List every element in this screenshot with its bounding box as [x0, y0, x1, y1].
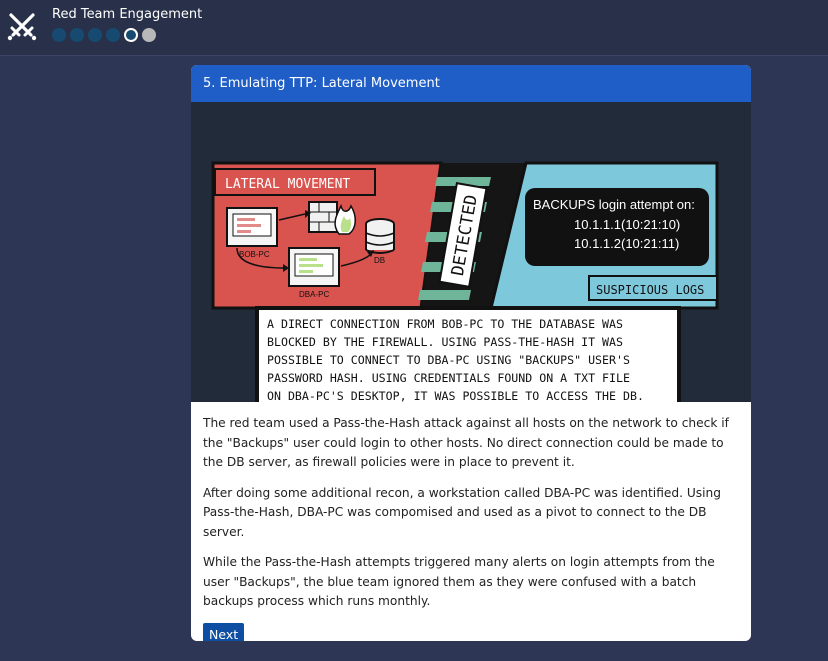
card-body: The red team used a Pass-the-Hash attack…: [191, 402, 751, 641]
bob-pc-label: BOB-PC: [239, 250, 270, 259]
banner-lateral-movement: LATERAL MOVEMENT: [225, 177, 350, 192]
progress-step-5-current[interactable]: [124, 28, 138, 42]
progress-step-4[interactable]: [106, 28, 120, 42]
top-bar: Red Team Engagement: [0, 0, 828, 56]
svg-text:A DIRECT CONNECTION FROM BOB-P: A DIRECT CONNECTION FROM BOB-PC TO THE D…: [267, 317, 623, 331]
log-line-1: 10.1.1.1(10:21:10): [574, 217, 680, 232]
lesson-card: 5. Emulating TTP: Lateral Movement LATER…: [191, 65, 751, 641]
banner-suspicious-logs: SUSPICIOUS LOGS: [596, 283, 704, 297]
progress-step-3[interactable]: [88, 28, 102, 42]
progress-step-2[interactable]: [70, 28, 84, 42]
comic-caption: A DIRECT CONNECTION FROM BOB-PC TO THE D…: [267, 317, 644, 402]
progress-step-6[interactable]: [142, 28, 156, 42]
progress-indicator: [52, 28, 160, 44]
paragraph-1: The red team used a Pass-the-Hash attack…: [203, 416, 729, 469]
svg-text:PASSWORD HASH. USING CREDENTIA: PASSWORD HASH. USING CREDENTIALS FOUND O…: [267, 371, 630, 385]
svg-text:ON DBA-PC'S DESKTOP, IT WAS PO: ON DBA-PC'S DESKTOP, IT WAS POSSIBLE TO …: [267, 389, 644, 402]
card-title: 5. Emulating TTP: Lateral Movement: [191, 65, 751, 102]
dba-pc-label: DBA-PC: [299, 290, 329, 299]
paragraph-3: While the Pass-the-Hash attempts trigger…: [203, 555, 715, 608]
log-title: BACKUPS login attempt on:: [533, 197, 695, 212]
next-button[interactable]: Next: [203, 622, 245, 641]
lateral-movement-illustration: LATERAL MOVEMENT BOB-PC DB DBA-PC DETECT…: [191, 102, 751, 402]
db-label: DB: [374, 256, 385, 265]
svg-text:BLOCKED BY THE FIREWALL. USING: BLOCKED BY THE FIREWALL. USING PASS-THE-…: [267, 335, 623, 349]
svg-text:POSSIBLE TO CONNECT TO DBA-PC: POSSIBLE TO CONNECT TO DBA-PC USING "BAC…: [267, 353, 630, 367]
app-title: Red Team Engagement: [52, 7, 203, 22]
paragraph-2: After doing some additional recon, a wor…: [203, 485, 721, 539]
crossed-swords-icon: [7, 13, 37, 41]
log-line-2: 10.1.1.2(10:21:11): [574, 236, 679, 251]
progress-step-1[interactable]: [52, 28, 66, 42]
